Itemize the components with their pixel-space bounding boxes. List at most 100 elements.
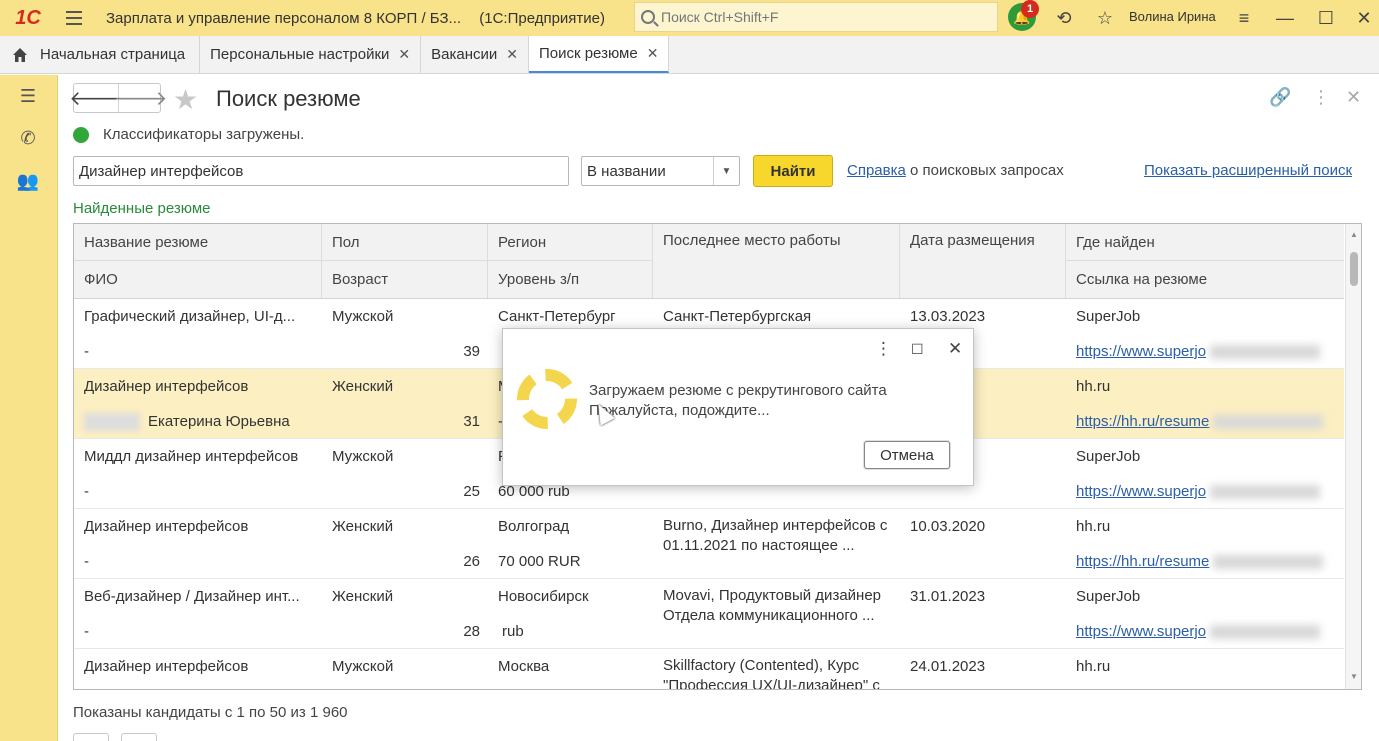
resume-link[interactable]: https://www.superjo [1076, 343, 1206, 360]
resume-link[interactable]: https://www.superjo [1076, 623, 1206, 640]
close-tab-icon[interactable]: ✕ [647, 45, 659, 62]
cell-link[interactable]: https://hh.ru/resume [1066, 404, 1344, 439]
resume-link[interactable]: https://www.superjo [1076, 483, 1206, 500]
results-count: Показаны кандидаты с 1 по 50 из 1 960 [73, 704, 348, 721]
cell-age: 31 [463, 413, 480, 430]
page-title: Поиск резюме [216, 86, 361, 111]
scroll-thumb[interactable] [1350, 252, 1358, 286]
blurred-text [1210, 484, 1321, 499]
cell-source: SuperJob [1076, 448, 1141, 465]
phone-icon[interactable]: ✆ [17, 127, 39, 149]
scroll-up-icon[interactable]: ▲ [1350, 230, 1358, 239]
cell-gender: Женский [332, 518, 394, 535]
col-salary[interactable]: Уровень з/п [488, 261, 653, 298]
cell-gender: Мужской [332, 448, 394, 465]
prev-page-button[interactable] [73, 733, 109, 741]
col-last-job[interactable]: Последнее место работы [653, 224, 900, 298]
close-tab-icon[interactable]: ✕ [506, 46, 518, 63]
dialog-line-2: Пожалуйста, подождите... [589, 402, 770, 419]
col-title[interactable]: Название резюме [74, 224, 322, 261]
tab-home[interactable]: Начальная страница [0, 36, 201, 73]
help-link[interactable]: Справка [847, 162, 906, 179]
advanced-search-link[interactable]: Показать расширенный поиск [1144, 162, 1352, 179]
table-row[interactable]: Дизайнер интерфейсов Мужской Москва Skil… [74, 649, 1344, 689]
sections-menu-icon[interactable]: ☰ [17, 85, 39, 107]
cell-link[interactable]: https://www.superjo [1066, 474, 1344, 509]
find-button[interactable]: Найти [753, 155, 833, 187]
resume-link[interactable]: https://hh.ru/resume [1076, 413, 1209, 430]
status-row: Классификаторы загружены. [73, 126, 304, 143]
tabs-bar: Начальная страница Персональные настройк… [0, 36, 1379, 74]
favorites-star-icon[interactable]: ☆ [1093, 6, 1117, 30]
cell-gender: Женский [332, 378, 394, 395]
more-options-icon[interactable]: ⋮ [875, 339, 892, 359]
col-link[interactable]: Ссылка на резюме [1066, 261, 1344, 298]
app-title-sub: (1С:Предприятие) [479, 9, 606, 27]
col-region[interactable]: Регион [488, 224, 653, 261]
cell-salary: rub [502, 623, 524, 640]
table-scrollbar[interactable]: ▲ ▼ [1345, 224, 1361, 689]
maximize-icon[interactable]: ☐ [1314, 6, 1338, 30]
search-query-input[interactable] [73, 156, 569, 186]
close-dialog-icon[interactable]: ✕ [948, 339, 962, 359]
dialog-message: Загружаем резюме с рекрутингового сайта … [589, 381, 887, 421]
cell-gender: Мужской [332, 658, 394, 675]
tab-vacancies[interactable]: Вакансии ✕ [421, 36, 529, 73]
cell-link[interactable]: https://hh.ru/resume [1066, 544, 1344, 579]
favorite-star-icon[interactable]: ★ [173, 83, 198, 116]
app-logo[interactable]: 1С [0, 0, 56, 36]
users-icon[interactable]: 👥 [17, 170, 39, 192]
cell-source: hh.ru [1076, 658, 1111, 675]
col-date[interactable]: Дата размещения [900, 224, 1066, 298]
notifications-badge: 1 [1021, 0, 1039, 18]
close-window-icon[interactable]: ✕ [1352, 6, 1376, 30]
cell-link[interactable]: https://www.superjo [1066, 334, 1344, 369]
maximize-icon[interactable]: ☐ [911, 341, 924, 358]
settings-menu-icon[interactable]: ≡ [1232, 6, 1256, 30]
col-source[interactable]: Где найден [1066, 224, 1344, 261]
cell-fio: Екатерина Юрьевна [74, 404, 322, 439]
minimize-icon[interactable]: — [1273, 6, 1297, 30]
close-tab-icon[interactable]: ✕ [398, 46, 410, 63]
forward-arrow-icon[interactable]: 🡒 [114, 84, 167, 112]
scroll-down-icon[interactable]: ▼ [1350, 672, 1358, 681]
table-row[interactable]: Веб-дизайнер / Дизайнер инт... - Женский… [74, 579, 1344, 649]
status-ok-icon [73, 126, 89, 143]
cancel-button[interactable]: Отмена [864, 441, 950, 469]
cell-title: Дизайнер интерфейсов [84, 518, 249, 535]
search-scope-select[interactable]: В названии ▼ [581, 156, 740, 186]
link-icon[interactable]: 🔗 [1269, 87, 1291, 108]
next-page-button[interactable] [121, 733, 157, 741]
more-options-icon[interactable]: ⋮ [1312, 87, 1330, 108]
resume-link[interactable]: https://hh.ru/resume [1076, 553, 1209, 570]
close-form-icon[interactable]: ✕ [1346, 87, 1361, 108]
main-menu-icon[interactable] [56, 0, 92, 36]
col-age[interactable]: Возраст [322, 261, 488, 298]
col-gender[interactable]: Пол [322, 224, 488, 261]
blurred-surname [84, 412, 140, 431]
cell-age: 26 [463, 553, 480, 570]
col-fio[interactable]: ФИО [74, 261, 322, 298]
cell-link[interactable]: https://www.superjo [1066, 614, 1344, 649]
tab-label: Поиск резюме [538, 45, 638, 62]
search-icon [641, 10, 655, 24]
help-row: Справка о поисковых запросах [847, 162, 1064, 179]
global-search[interactable] [634, 2, 998, 32]
home-icon [12, 47, 28, 63]
blurred-text [1210, 624, 1321, 639]
back-arrow-icon[interactable]: 🡐 [69, 84, 123, 112]
history-icon[interactable]: ⟲ [1052, 6, 1076, 30]
tab-personal-settings[interactable]: Персональные настройки ✕ [200, 36, 422, 73]
table-row[interactable]: Дизайнер интерфейсов - Женский 26 Волгог… [74, 509, 1344, 579]
dropdown-arrow-icon[interactable]: ▼ [713, 157, 739, 185]
loading-dialog: ⋮ ☐ ✕ Загружаем резюме с рекрутингового … [502, 328, 974, 486]
global-search-input[interactable] [661, 9, 981, 25]
cell-age: 25 [463, 483, 480, 500]
search-scope-value: В названии [587, 162, 666, 180]
tab-resume-search[interactable]: Поиск резюме ✕ [528, 36, 670, 73]
cell-date: 24.01.2023 [910, 658, 986, 675]
current-user[interactable]: Волина Ирина [1129, 9, 1216, 24]
left-panel: ☰ ✆ 👥 [0, 75, 58, 741]
cell-fio: - [84, 623, 89, 640]
cell-age: 39 [463, 343, 480, 360]
